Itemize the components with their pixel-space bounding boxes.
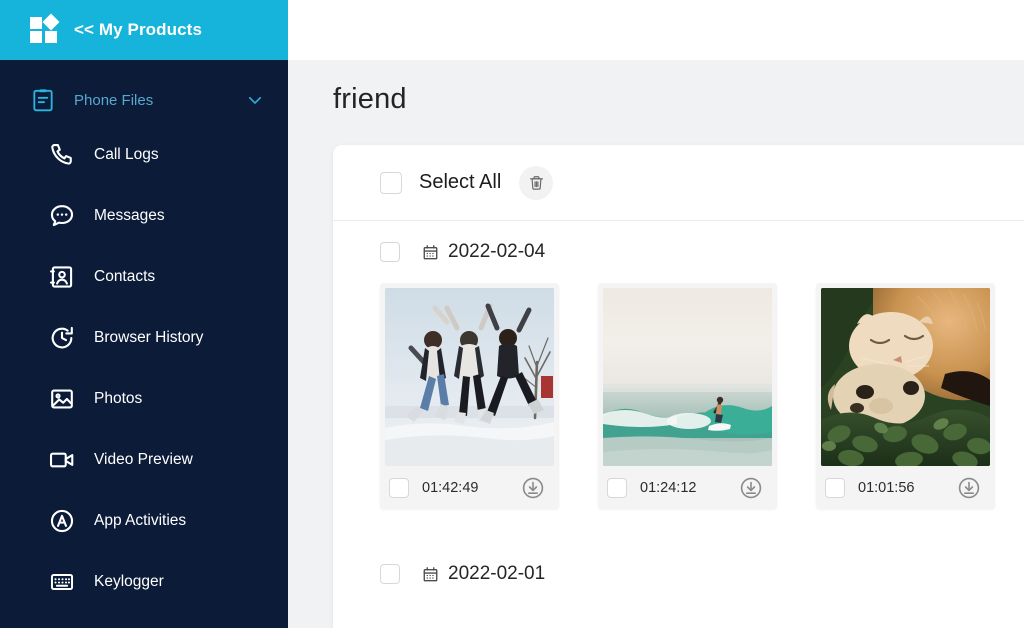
photo-card-footer: 01:24:12 [603, 466, 772, 509]
date-group-label: 2022-02-01 [448, 563, 546, 584]
trash-icon [528, 174, 545, 192]
select-all-checkbox[interactable] [380, 171, 402, 194]
photo-checkbox[interactable] [389, 477, 409, 498]
panel-toolbar: Select All [333, 145, 1024, 221]
photo-icon [48, 385, 76, 413]
sidebar-item-messages[interactable]: Messages [0, 185, 288, 246]
top-right-strip [288, 0, 1024, 60]
download-circle-icon[interactable] [739, 476, 763, 500]
sidebar-item-photos[interactable]: Photos [0, 368, 288, 429]
sidebar-group-label: Phone Files [74, 91, 154, 109]
brand-bar: << My Products [0, 0, 288, 60]
sidebar-item-keylogger[interactable]: Keylogger [0, 551, 288, 612]
sidebar-item-call-logs[interactable]: Call Logs [0, 124, 288, 185]
photo-card-footer: 01:01:56 [821, 466, 990, 509]
main-content: friend Select All 2022-02-04 01:42:49 01… [288, 60, 1024, 628]
clipboard-icon [30, 87, 56, 113]
date-group-header[interactable]: 2022-02-01 [333, 543, 1024, 605]
download-circle-icon[interactable] [521, 476, 545, 500]
date-group-header[interactable]: 2022-02-04 [333, 221, 1024, 283]
video-camera-icon [48, 446, 76, 474]
app-activities-icon [48, 507, 76, 535]
photo-time: 01:01:56 [858, 479, 915, 496]
select-all-label: Select All [419, 171, 502, 193]
my-products-back-link[interactable]: << My Products [74, 20, 202, 40]
calendar-icon [422, 566, 439, 583]
sidebar-group-phone-files[interactable]: Phone Files [0, 76, 288, 124]
sidebar-item-label: Messages [94, 206, 165, 224]
delete-button[interactable] [519, 165, 554, 200]
sidebar-item-contacts[interactable]: Contacts [0, 246, 288, 307]
keyboard-icon [48, 568, 76, 596]
photo-card[interactable]: 01:42:49 [380, 283, 559, 509]
photo-time: 01:24:12 [640, 479, 697, 496]
page-title: friend [333, 83, 407, 115]
sidebar-item-label: Call Logs [94, 145, 159, 163]
sidebar-item-browser-history[interactable]: Browser History [0, 307, 288, 368]
chevron-down-icon[interactable] [246, 91, 264, 109]
photo-thumbnail[interactable] [603, 288, 772, 466]
calendar-icon [422, 244, 439, 261]
date-group-checkbox[interactable] [380, 564, 400, 584]
download-circle-icon[interactable] [957, 476, 981, 500]
thumbnail-row: 01:42:49 01:24:12 01:01:56 [333, 283, 1024, 509]
app-window: << My Products Phone Files Call Logs Mes… [0, 0, 1024, 628]
grid-squares-logo-icon [30, 13, 60, 44]
phone-icon [48, 141, 76, 169]
sidebar-item-label: Keylogger [94, 572, 164, 590]
sidebar-item-label: App Activities [94, 511, 187, 529]
sidebar-item-label: Browser History [94, 328, 204, 346]
sidebar-item-app-activities[interactable]: App Activities [0, 490, 288, 551]
photo-card-footer: 01:42:49 [385, 466, 554, 509]
photo-thumbnail[interactable] [385, 288, 554, 466]
chat-bubble-icon [48, 202, 76, 230]
photo-checkbox[interactable] [607, 477, 627, 498]
sidebar-item-label: Contacts [94, 267, 156, 285]
contact-card-icon [48, 263, 76, 291]
photo-card[interactable]: 01:24:12 [598, 283, 777, 509]
sidebar-item-label: Video Preview [94, 450, 193, 468]
date-group-label: 2022-02-04 [448, 241, 546, 262]
history-clock-icon [48, 324, 76, 352]
files-panel: Select All 2022-02-04 01:42:49 01:24:12 … [333, 145, 1024, 628]
photo-checkbox[interactable] [825, 477, 845, 498]
sidebar: Phone Files Call Logs Messages Contacts … [0, 60, 288, 628]
photo-card[interactable]: 01:01:56 [816, 283, 995, 509]
sidebar-item-video-preview[interactable]: Video Preview [0, 429, 288, 490]
photo-thumbnail[interactable] [821, 288, 990, 466]
photo-time: 01:42:49 [422, 479, 479, 496]
sidebar-item-label: Photos [94, 389, 143, 407]
date-group-checkbox[interactable] [380, 242, 400, 262]
